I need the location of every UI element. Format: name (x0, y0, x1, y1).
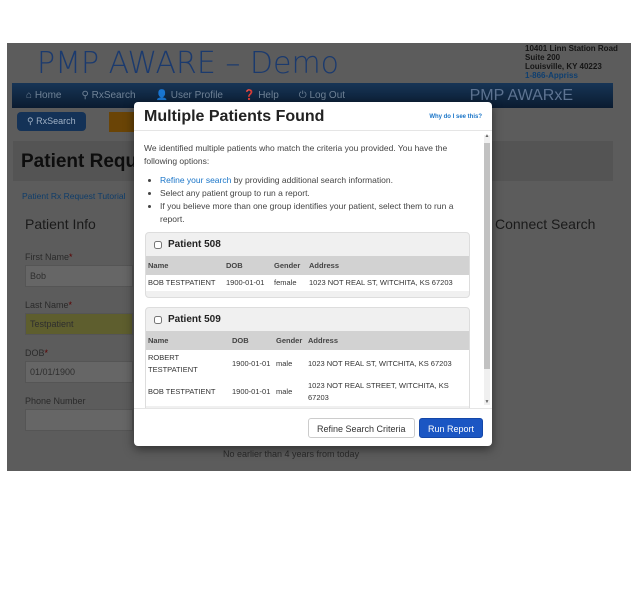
table-row[interactable]: BOB TESTPATIENT 1900-01-01 female 1023 NOT … (146, 275, 469, 291)
label-text: Last Name (25, 300, 69, 310)
scroll-up-icon[interactable]: ▲ (484, 133, 490, 139)
first-name-label: First Name* (25, 252, 73, 262)
option-item: If you believe more than one group ident… (160, 200, 472, 226)
col-address: Address (307, 256, 469, 275)
connect-search-title: Connect Search (495, 216, 596, 232)
app-title: PMP AWARE – Demo (37, 46, 340, 81)
cell: female (274, 278, 297, 287)
modal-header: Multiple Patients Found Why do I see thi… (134, 102, 492, 131)
cell: 1023 NOT REAL ST, WITCHITA, KS 67203 (308, 359, 452, 368)
dob-label: DOB* (25, 348, 49, 358)
cell: 1900-01-01 (232, 387, 271, 396)
why-link[interactable]: Why do I see this? (429, 114, 482, 120)
cell: 1900-01-01 (232, 359, 271, 368)
label-text: First Name (25, 252, 70, 262)
patient-table: Name DOB Gender Address ROBERT TESTPATIENT 1… (146, 331, 469, 406)
patient-group-label: Patient 508 (168, 239, 221, 250)
label-text: DOB (25, 348, 45, 358)
dob-field[interactable]: 01/01/1900 (25, 361, 133, 383)
patient-group: Patient 508 Name DOB Gender Address BOB TES… (145, 232, 470, 298)
modal-footer: Refine Search Criteria Run Report (134, 408, 492, 446)
col-dob: DOB (224, 256, 272, 275)
scrollbar-thumb[interactable] (484, 143, 490, 369)
col-gender: Gender (274, 331, 306, 350)
phone-link[interactable]: 1-866-Appriss (525, 71, 618, 80)
address-line: Suite 200 (525, 53, 561, 62)
nav-logout[interactable]: ⏻ Log Out (299, 90, 345, 101)
nav-help[interactable]: ❓ Help (243, 90, 279, 101)
cell: 1023 NOT REAL STREET, WITCHITA, KS 67203 (308, 381, 449, 402)
last-name-field[interactable]: Testpatient (25, 313, 133, 335)
address-block: 10401 Linn Station Road Suite 200 Louisv… (525, 44, 618, 80)
last-name-label: Last Name* (25, 300, 73, 310)
scroll-down-icon[interactable]: ▼ (484, 399, 490, 405)
patient-group-label: Patient 509 (168, 314, 221, 325)
option-item: Refine your search by providing addition… (160, 174, 472, 187)
modal-body: We identified multiple patients who matc… (134, 132, 492, 408)
section-title: Patient Info (25, 216, 96, 232)
address-line: 10401 Linn Station Road (525, 44, 618, 53)
first-name-field[interactable]: Bob (25, 265, 133, 287)
cell: male (276, 359, 293, 368)
run-report-button[interactable]: Run Report (419, 418, 484, 438)
modal-title: Multiple Patients Found (144, 108, 325, 125)
options-list: Refine your search by providing addition… (160, 174, 472, 226)
patient-table: Name DOB Gender Address BOB TESTPATIENT 1900… (146, 256, 469, 291)
nav-home[interactable]: ⌂ Home (26, 90, 62, 101)
cell: male (276, 387, 293, 396)
col-dob: DOB (230, 331, 274, 350)
multiple-patients-dialog: Multiple Patients Found Why do I see thi… (134, 102, 492, 446)
nav-user-profile[interactable]: 👤 User Profile (156, 90, 223, 101)
phone-field[interactable] (25, 409, 133, 431)
cell: ROBERT TESTPATIENT (148, 353, 198, 374)
nav-rxsearch[interactable]: ⚲ RxSearch (82, 90, 136, 101)
patient-group: Patient 509 Name DOB Gender Address ROBERT … (145, 307, 470, 408)
patient-group-checkbox[interactable] (154, 315, 162, 324)
option-text: by providing additional search informati… (231, 175, 393, 185)
date-hint: No earlier than 4 years from today (223, 449, 360, 459)
address-line: Louisville, KY 40223 (525, 62, 602, 71)
patient-group-checkbox[interactable] (154, 240, 162, 249)
scrollbar[interactable]: ▲ ▼ (484, 133, 490, 405)
intro-text: We identified multiple patients who matc… (144, 143, 448, 166)
refine-search-button[interactable]: Refine Search Criteria (308, 418, 415, 438)
cell: BOB TESTPATIENT (148, 278, 216, 287)
phone-label: Phone Number (25, 396, 86, 406)
cell: BOB TESTPATIENT (148, 387, 216, 396)
col-gender: Gender (272, 256, 307, 275)
refine-search-link[interactable]: Refine your search (160, 175, 231, 185)
breadcrumb-rxsearch[interactable]: ⚲ RxSearch (17, 112, 86, 131)
table-row[interactable]: ROBERT TESTPATIENT 1900-01-01 male 1023 NOT… (146, 350, 469, 378)
cell: 1900-01-01 (226, 278, 265, 287)
tutorial-link[interactable]: Patient Rx Request Tutorial (22, 191, 125, 201)
col-name: Name (146, 331, 230, 350)
cell: 1023 NOT REAL ST, WITCHITA, KS 67203 (309, 278, 453, 287)
option-item: Select any patient group to run a report… (160, 187, 472, 200)
col-address: Address (306, 331, 469, 350)
table-row[interactable]: BOB TESTPATIENT 1900-01-01 male 1023 NOT RE… (146, 378, 469, 406)
col-name: Name (146, 256, 224, 275)
